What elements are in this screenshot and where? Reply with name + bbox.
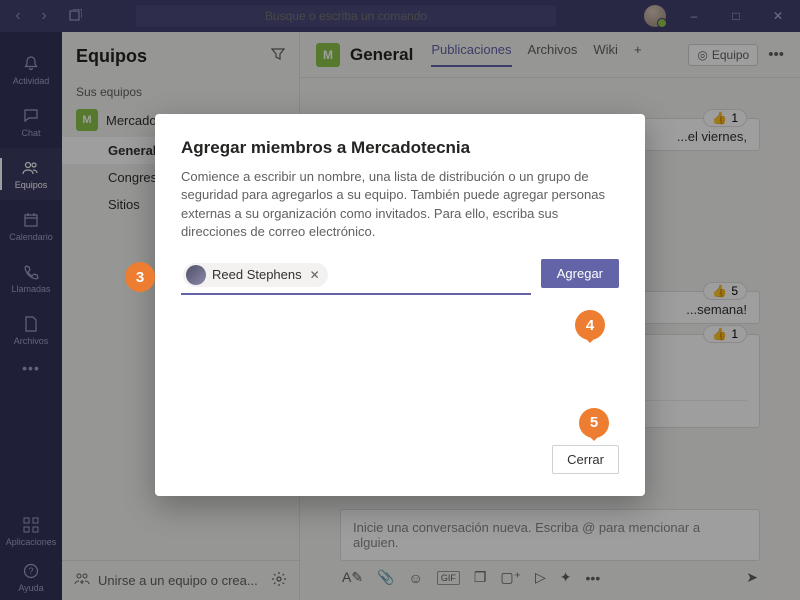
member-input[interactable]: Reed Stephens ✕ [181, 259, 531, 295]
chip-remove-icon[interactable]: ✕ [310, 268, 320, 282]
step-callout-5: 5 [579, 408, 609, 438]
add-members-modal: Agregar miembros a Mercadotecnia Comienc… [155, 114, 645, 496]
step-callout-3: 3 [125, 262, 155, 292]
step-callout-4: 4 [575, 310, 605, 340]
member-chip[interactable]: Reed Stephens ✕ [183, 263, 328, 287]
close-button[interactable]: Cerrar [552, 445, 619, 474]
modal-title: Agregar miembros a Mercadotecnia [181, 138, 619, 158]
chip-avatar [186, 265, 206, 285]
modal-overlay: Agregar miembros a Mercadotecnia Comienc… [0, 0, 800, 600]
add-button[interactable]: Agregar [541, 259, 619, 288]
chip-name: Reed Stephens [212, 267, 302, 282]
modal-description: Comience a escribir un nombre, una lista… [181, 168, 619, 241]
